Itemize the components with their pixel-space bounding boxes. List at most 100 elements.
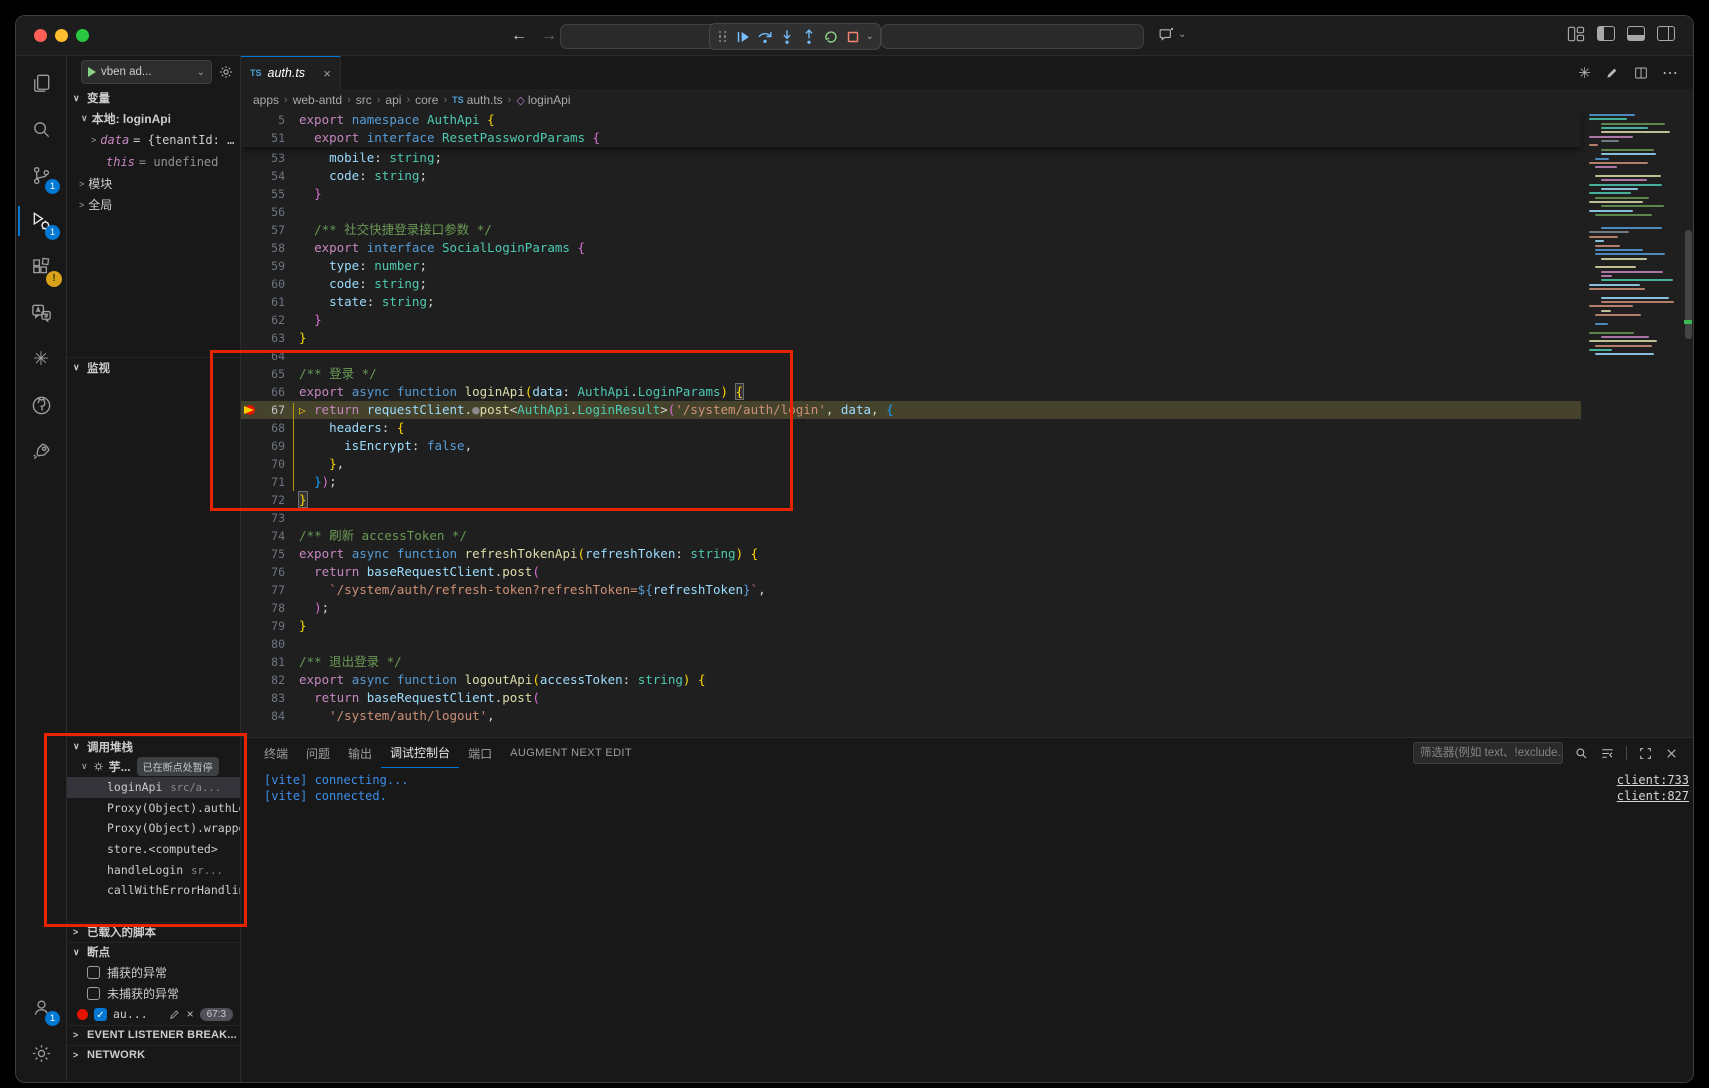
code-line[interactable]: 69 isEncrypt: false, bbox=[241, 437, 1581, 455]
code-line[interactable]: 54 code: string; bbox=[241, 167, 1581, 185]
code-line[interactable]: 83 return baseRequestClient.post( bbox=[241, 689, 1581, 707]
more-actions-icon[interactable]: ⋯ bbox=[1662, 63, 1679, 83]
debug-console-output[interactable]: [vite] connecting...client:733[vite] con… bbox=[241, 768, 1693, 804]
breakpoint-checkbox[interactable]: ✓ bbox=[94, 1008, 107, 1021]
code-line[interactable]: 57 /** 社交快捷登录接口参数 */ bbox=[241, 221, 1581, 239]
run-and-debug-icon[interactable]: 1 bbox=[18, 198, 64, 244]
code-line[interactable]: 60 code: string; bbox=[241, 275, 1581, 293]
call-stack-section-header[interactable]: ∨调用堆栈 bbox=[67, 736, 240, 756]
code-line[interactable]: 63} bbox=[241, 329, 1581, 347]
breadcrumb-item[interactable]: src bbox=[356, 93, 372, 107]
close-panel-icon[interactable] bbox=[1664, 746, 1679, 761]
exception-checkbox-row[interactable]: 未捕获的异常 bbox=[67, 983, 240, 1004]
variable-row[interactable]: this= undefined bbox=[67, 151, 240, 173]
stack-frame[interactable]: handleLoginsr... bbox=[67, 860, 240, 881]
filter-lines-icon[interactable] bbox=[1600, 746, 1615, 761]
minimize-window-button[interactable] bbox=[55, 29, 68, 42]
code-line[interactable]: 77 `/system/auth/refresh-token?refreshTo… bbox=[241, 581, 1581, 599]
customize-layout-icon[interactable] bbox=[1567, 26, 1585, 42]
debug-settings-gear-icon[interactable] bbox=[218, 64, 234, 80]
nav-back-icon[interactable]: ← bbox=[511, 24, 527, 48]
github-icon[interactable] bbox=[18, 382, 64, 428]
search-icon[interactable] bbox=[18, 106, 64, 152]
code-line[interactable]: 75export async function refreshTokenApi(… bbox=[241, 545, 1581, 563]
code-line[interactable]: 76 return baseRequestClient.post( bbox=[241, 563, 1581, 581]
variable-row[interactable]: >data= {tenantId: … bbox=[67, 129, 240, 151]
panel-tab[interactable]: 终端 bbox=[255, 738, 297, 768]
breadcrumb-item[interactable]: api bbox=[385, 93, 401, 107]
breakpoints-section-header[interactable]: ∨断点 bbox=[67, 942, 240, 962]
toggle-secondary-sidebar-icon[interactable] bbox=[1657, 26, 1675, 41]
panel-tab[interactable]: 端口 bbox=[459, 738, 501, 768]
editor-pen-icon[interactable] bbox=[1604, 65, 1620, 81]
event-listener-breakpoints-header[interactable]: >EVENT LISTENER BREAK... bbox=[67, 1025, 240, 1045]
code-line[interactable]: 74/** 刷新 accessToken */ bbox=[241, 527, 1581, 545]
breadcrumb-item[interactable]: core bbox=[415, 93, 438, 107]
explorer-icon[interactable] bbox=[18, 60, 64, 106]
breadcrumb-item[interactable]: apps bbox=[253, 93, 279, 107]
debug-step-over-icon[interactable] bbox=[756, 27, 774, 47]
code-line[interactable]: 59 type: number; bbox=[241, 257, 1581, 275]
code-line[interactable]: 62 } bbox=[241, 311, 1581, 329]
command-center-secondary[interactable] bbox=[881, 24, 1144, 49]
toolbar-grip[interactable] bbox=[716, 27, 730, 47]
remove-breakpoint-icon[interactable]: × bbox=[187, 1007, 194, 1021]
chat-icon[interactable]: ⌄ bbox=[1158, 26, 1186, 43]
panel-tab[interactable]: AUGMENT NEXT EDIT bbox=[501, 738, 641, 768]
run-play-icon[interactable] bbox=[88, 67, 96, 77]
debug-continue-icon[interactable] bbox=[734, 27, 752, 47]
toggle-primary-sidebar-icon[interactable] bbox=[1597, 26, 1615, 41]
debug-step-out-icon[interactable] bbox=[800, 27, 818, 47]
code-line[interactable]: 55 } bbox=[241, 185, 1581, 203]
editor-openai-icon[interactable]: ✳ bbox=[1578, 64, 1591, 82]
console-source-link[interactable]: client:827 bbox=[1617, 789, 1689, 803]
sticky-code-line[interactable]: 5export namespace AuthApi { bbox=[241, 111, 1581, 129]
stack-frame[interactable]: store.<computed> bbox=[67, 839, 240, 860]
debug-stop-icon[interactable] bbox=[844, 27, 862, 47]
code-line[interactable]: 82export async function logoutApi(access… bbox=[241, 671, 1581, 689]
code-line[interactable]: 84 '/system/auth/logout', bbox=[241, 707, 1581, 725]
breadcrumb-item[interactable]: loginApi bbox=[528, 93, 571, 107]
breadcrumb-item[interactable]: web-antd bbox=[293, 93, 342, 107]
run-config-dropdown[interactable]: vben ad... ⌄ bbox=[81, 60, 212, 84]
debug-restart-icon[interactable] bbox=[822, 27, 840, 47]
watch-section-header[interactable]: ∨监视 bbox=[67, 357, 240, 377]
code-line[interactable]: 81/** 退出登录 */ bbox=[241, 653, 1581, 671]
network-section-header[interactable]: >NETWORK bbox=[67, 1045, 240, 1065]
close-window-button[interactable] bbox=[34, 29, 47, 42]
edit-breakpoint-icon[interactable] bbox=[168, 1008, 181, 1021]
variables-section-header[interactable]: ∨变量 bbox=[67, 88, 240, 108]
code-line[interactable]: 80 bbox=[241, 635, 1581, 653]
code-line[interactable]: 58 export interface SocialLoginParams { bbox=[241, 239, 1581, 257]
variables-scope-row[interactable]: ∨本地: loginApi bbox=[67, 108, 240, 129]
console-filter-input[interactable]: 筛选器(例如 text、!exclude... bbox=[1413, 742, 1563, 764]
stack-frame[interactable]: loginApisrc/a... bbox=[67, 777, 240, 798]
code-line[interactable]: 53 mobile: string; bbox=[241, 149, 1581, 167]
source-control-icon[interactable]: 1 bbox=[18, 152, 64, 198]
debug-toolbar-chevron-icon[interactable]: ⌄ bbox=[866, 31, 874, 42]
code-line[interactable]: 71 }); bbox=[241, 473, 1581, 491]
rocket-icon[interactable] bbox=[18, 428, 64, 474]
panel-tab[interactable]: 调试控制台 bbox=[381, 738, 459, 768]
panel-search-icon[interactable] bbox=[1574, 746, 1589, 761]
variables-group-row[interactable]: >全局 bbox=[67, 194, 240, 215]
chat-chevron-icon[interactable]: ⌄ bbox=[1178, 29, 1186, 40]
stack-frame[interactable] bbox=[67, 901, 240, 922]
debug-step-into-icon[interactable] bbox=[778, 27, 796, 47]
code-line[interactable]: 56 bbox=[241, 203, 1581, 221]
variables-group-row[interactable]: >模块 bbox=[67, 173, 240, 194]
openai-icon[interactable]: ✳ bbox=[18, 336, 64, 382]
toggle-panel-icon[interactable] bbox=[1627, 26, 1645, 41]
accounts-icon[interactable]: 1 bbox=[18, 984, 64, 1030]
settings-gear-icon[interactable] bbox=[18, 1030, 64, 1076]
breakpoint-dot-icon[interactable] bbox=[77, 1009, 88, 1020]
breadcrumb-item[interactable]: auth.ts bbox=[467, 93, 503, 107]
code-line[interactable]: 61 state: string; bbox=[241, 293, 1581, 311]
code-line[interactable]: 72} bbox=[241, 491, 1581, 509]
code-line[interactable]: 67▷return requestClient.●post<AuthApi.Lo… bbox=[241, 401, 1581, 419]
stack-frame[interactable]: Proxy(Object).authLo bbox=[67, 798, 240, 819]
exception-checkbox-row[interactable]: 捕获的异常 bbox=[67, 962, 240, 983]
code-line[interactable]: 66export async function loginApi(data: A… bbox=[241, 383, 1581, 401]
extensions-icon[interactable]: ! bbox=[18, 244, 64, 290]
translate-icon[interactable] bbox=[18, 290, 64, 336]
